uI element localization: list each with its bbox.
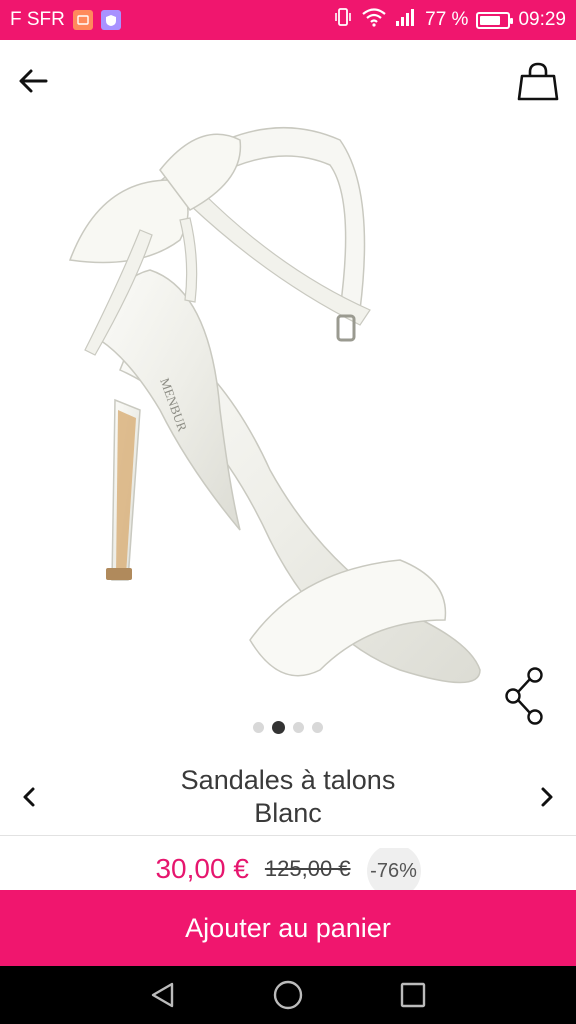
status-bar: F SFR 77 % 09:29 [0,0,576,40]
product-image[interactable]: MENBUR [40,110,500,720]
system-back-button[interactable] [143,975,183,1015]
carrier-label: F SFR [10,9,65,30]
back-triangle-icon [151,982,173,1008]
battery-percent: 77 % [425,9,469,30]
wifi-icon [361,7,387,33]
pager-dot[interactable] [312,721,323,733]
bow-left-shape [68,179,189,264]
app-notification-icon [72,10,93,30]
original-price: 125,00 € [264,856,351,881]
strap-band-shape [189,189,371,326]
battery-level [480,15,501,25]
current-price: 30,00 € [155,853,249,884]
product-title: Sandales à talons Blanc [90,764,486,830]
chevron-left-icon [23,787,35,807]
shopping-bag-icon [517,62,559,101]
image-pager [0,720,576,734]
signal-icon [395,7,417,33]
system-home-button[interactable] [268,975,308,1015]
ribbon-tail-2-shape [179,217,198,303]
back-button[interactable] [14,62,52,100]
home-circle-icon [273,980,303,1010]
system-nav-bar [0,966,576,1024]
pager-dot-active[interactable] [272,720,285,734]
pager-dot[interactable] [253,721,264,733]
clock: 09:29 [518,9,566,30]
divider [0,835,576,836]
recents-square-icon [401,982,426,1008]
cart-button[interactable] [516,60,560,104]
product-header [0,40,576,120]
pager-dot[interactable] [293,721,304,733]
product-color: Blanc [254,798,322,828]
price-row: 30,00 € 125,00 € -76% [0,848,576,890]
chevron-right-icon [541,787,553,807]
status-right: 77 % 09:29 [333,7,566,33]
vibrate-icon [333,7,353,33]
heel-tip-shape [106,568,132,580]
share-button[interactable] [500,664,550,728]
product-title-row: Sandales à talons Blanc [0,760,576,834]
product-name: Sandales à talons [180,765,396,795]
discount-badge: -76% [366,848,421,890]
shield-icon [100,10,121,30]
next-product-button[interactable] [532,782,562,812]
system-recents-button[interactable] [393,975,433,1015]
status-left: F SFR [10,9,121,31]
previous-product-button[interactable] [14,782,44,812]
battery-icon [476,11,514,29]
share-icon [505,667,543,725]
add-to-cart-button[interactable]: Ajouter au panier [0,890,576,966]
arrow-left-icon [19,69,48,93]
